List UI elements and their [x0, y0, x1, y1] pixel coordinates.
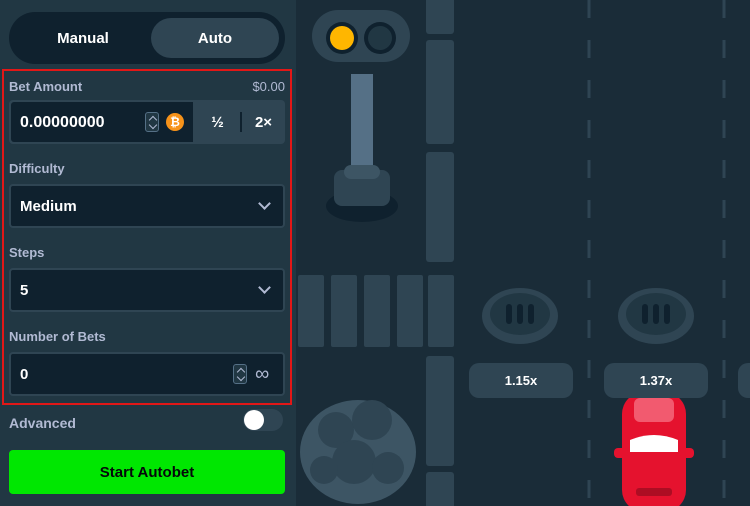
advanced-label: Advanced	[9, 415, 76, 431]
manhole-2	[618, 288, 694, 344]
tab-manual[interactable]: Manual	[15, 18, 151, 58]
chevron-down-icon	[258, 197, 271, 210]
number-of-bets-value: 0	[20, 366, 29, 383]
traffic-light	[312, 10, 410, 222]
bet-amount-row: 0.00000000 ₿ ½ 2×	[9, 100, 285, 144]
manhole-1	[482, 288, 558, 344]
chevron-down-icon	[258, 281, 271, 294]
half-bet-button[interactable]: ½	[195, 102, 240, 142]
infinity-icon[interactable]: ∞	[255, 363, 269, 386]
multiplier-1: 1.15x	[469, 363, 573, 398]
bet-amount-value: 0.00000000	[20, 114, 105, 131]
game-board: 1.15x 1.37x	[296, 0, 750, 506]
start-autobet-button[interactable]: Start Autobet	[9, 450, 285, 494]
sidebar-controls: Manual Auto Bet Amount $0.00 0.00000000 …	[0, 0, 296, 506]
difficulty-label: Difficulty	[9, 161, 65, 176]
multiplier-2: 1.37x	[604, 363, 708, 398]
mode-toggle: Manual Auto	[9, 12, 285, 64]
steps-value: 5	[20, 282, 29, 299]
bets-stepper-icon[interactable]	[233, 364, 247, 384]
difficulty-select[interactable]: Medium	[9, 184, 285, 228]
bet-stepper-icon[interactable]	[145, 112, 159, 132]
bet-amount-input[interactable]: 0.00000000 ₿	[11, 102, 193, 142]
number-of-bets-input[interactable]: 0 ∞	[9, 352, 285, 396]
steps-label: Steps	[9, 245, 45, 260]
crosswalk	[298, 275, 454, 347]
multiplier-partial	[738, 363, 750, 398]
double-bet-button[interactable]: 2×	[242, 102, 285, 142]
lane-divider	[426, 0, 454, 506]
player-car	[614, 392, 694, 506]
difficulty-value: Medium	[20, 198, 77, 215]
tab-auto[interactable]: Auto	[151, 18, 279, 58]
advanced-toggle[interactable]	[243, 409, 283, 431]
bitcoin-icon: ₿	[166, 113, 184, 131]
toggle-knob	[244, 410, 264, 430]
road-scene	[298, 0, 750, 506]
steps-select[interactable]: 5	[9, 268, 285, 312]
bush	[300, 400, 416, 504]
bet-amount-label: Bet Amount	[9, 79, 83, 94]
number-of-bets-label: Number of Bets	[9, 329, 106, 344]
bet-usd-value: $0.00	[252, 79, 285, 94]
